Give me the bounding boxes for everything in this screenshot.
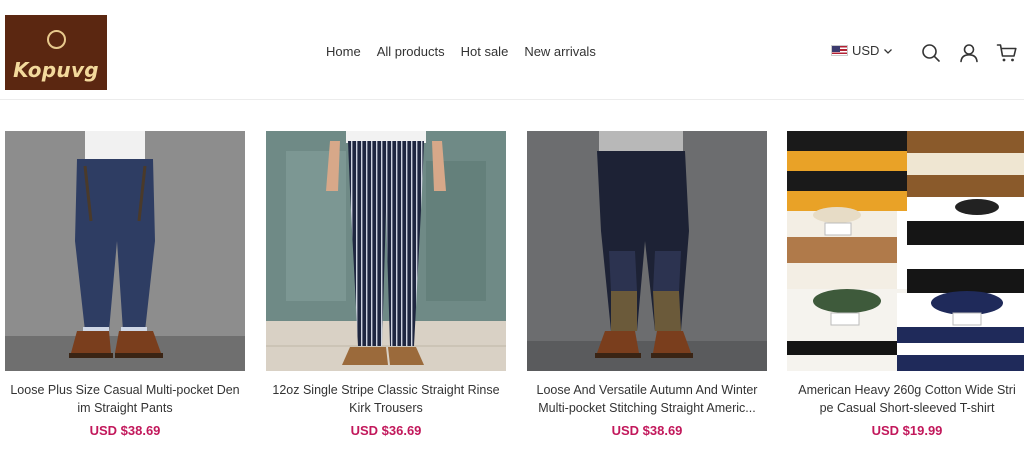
brand-logo[interactable]: Kopuvg <box>5 15 107 90</box>
product-card[interactable]: Loose Plus Size Casual Multi-pocket Den … <box>5 131 245 438</box>
us-flag-icon <box>831 45 848 56</box>
product-title[interactable]: Loose And Versatile Autumn And Winter Mu… <box>527 381 767 417</box>
product-title[interactable]: Loose Plus Size Casual Multi-pocket Den … <box>5 381 245 417</box>
product-image[interactable] <box>787 131 1024 371</box>
product-image[interactable] <box>266 131 506 371</box>
brand-name: Kopuvg <box>13 58 99 82</box>
currency-selector[interactable]: USD <box>831 43 893 58</box>
currency-label: USD <box>852 43 880 58</box>
product-price: USD $38.69 <box>611 423 683 438</box>
product-price: USD $36.69 <box>350 423 422 438</box>
product-card[interactable]: Loose And Versatile Autumn And Winter Mu… <box>527 131 767 438</box>
product-image[interactable] <box>5 131 245 371</box>
nav-all-products[interactable]: All products <box>377 44 445 59</box>
product-title[interactable]: American Heavy 260g Cotton Wide Stri pe … <box>787 381 1024 417</box>
logo-ring-icon <box>47 30 66 49</box>
main-nav: Home All products Hot sale New arrivals <box>326 44 596 59</box>
site-header: Kopuvg Home All products Hot sale New ar… <box>0 0 1024 100</box>
nav-new-arrivals[interactable]: New arrivals <box>524 44 596 59</box>
account-icon[interactable] <box>958 42 980 64</box>
nav-hot-sale[interactable]: Hot sale <box>461 44 509 59</box>
product-title[interactable]: 12oz Single Stripe Classic Straight Rins… <box>266 381 506 417</box>
product-card[interactable]: 12oz Single Stripe Classic Straight Rins… <box>266 131 506 438</box>
product-price: USD $19.99 <box>871 423 943 438</box>
product-card[interactable]: American Heavy 260g Cotton Wide Stri pe … <box>787 131 1024 438</box>
cart-icon[interactable] <box>996 42 1018 64</box>
product-image[interactable] <box>527 131 767 371</box>
product-price: USD $38.69 <box>89 423 161 438</box>
search-icon[interactable] <box>920 42 942 64</box>
chevron-down-icon <box>884 48 893 54</box>
nav-home[interactable]: Home <box>326 44 361 59</box>
